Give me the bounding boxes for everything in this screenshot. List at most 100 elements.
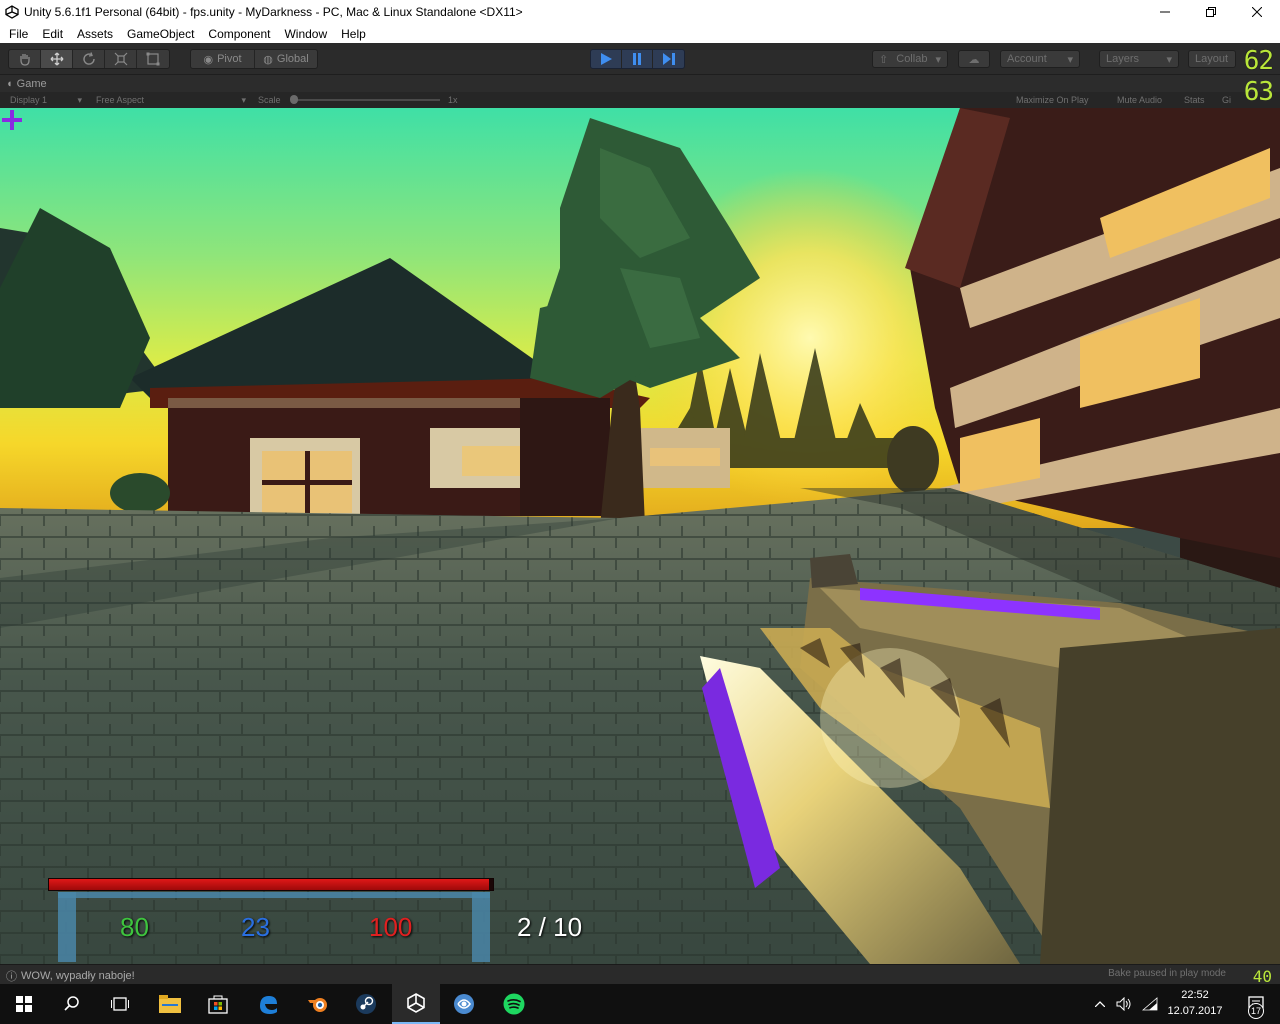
chevron-up-icon[interactable] xyxy=(1090,984,1110,1024)
pause-icon[interactable] xyxy=(622,50,653,68)
console-status-bar[interactable]: ⓘ WOW, wypadły naboje! Bake paused in pl… xyxy=(0,964,1280,986)
chevron-down-icon: ▾ xyxy=(77,95,82,105)
layers-dropdown[interactable]: Layers ▾ xyxy=(1099,50,1179,68)
minimize-icon[interactable] xyxy=(1142,0,1188,24)
pivot-icon: ◉ xyxy=(203,53,214,66)
play-icon[interactable] xyxy=(591,50,622,68)
taskbar-clock[interactable]: 22:52 12.07.2017 xyxy=(1160,987,1230,1019)
console-message-text: WOW, wypadły naboje! xyxy=(21,970,135,982)
display-label: Display 1 xyxy=(10,95,48,105)
global-button[interactable]: ◍ Global xyxy=(255,50,317,68)
health-bar-fill xyxy=(49,879,489,890)
scale-slider-track[interactable] xyxy=(292,99,440,101)
scale-value: 1x xyxy=(448,95,458,105)
info-icon: ⓘ xyxy=(6,971,17,983)
game-tab-bar: ◖ Game xyxy=(0,75,1280,92)
fps-counter-primary: 62 xyxy=(1243,46,1274,76)
services-button[interactable]: ☁ xyxy=(958,50,990,68)
file-explorer-icon[interactable] xyxy=(146,984,194,1024)
menu-bar: File Edit Assets GameObject Component Wi… xyxy=(0,24,1280,43)
game-view[interactable] xyxy=(0,108,1280,964)
steam-icon[interactable] xyxy=(342,984,390,1024)
collab-label: Collab xyxy=(896,53,928,65)
mute-audio-toggle[interactable]: Mute Audio xyxy=(1117,94,1162,106)
move-icon[interactable] xyxy=(41,50,73,68)
spotify-icon[interactable] xyxy=(490,984,538,1024)
blender-icon[interactable] xyxy=(294,984,342,1024)
step-icon[interactable] xyxy=(653,50,684,68)
task-view-icon[interactable] xyxy=(96,984,144,1024)
hud-armor-value: 23 xyxy=(241,912,270,942)
scale-icon[interactable] xyxy=(105,50,137,68)
play-controls xyxy=(590,49,685,69)
display-dropdown[interactable]: Display 1 ▾ xyxy=(10,94,86,106)
game-controller-icon: ◖ xyxy=(6,78,13,90)
game-tab[interactable]: ◖ Game xyxy=(6,76,47,92)
unity-logo-icon xyxy=(4,4,20,20)
menu-assets[interactable]: Assets xyxy=(70,27,120,41)
health-bar xyxy=(48,878,494,891)
crosshair-icon xyxy=(2,110,22,130)
rect-icon[interactable] xyxy=(137,50,169,68)
unity-icon[interactable] xyxy=(392,984,440,1024)
transform-tools xyxy=(8,49,170,69)
notification-count-badge: 17 xyxy=(1248,1003,1264,1019)
menu-file[interactable]: File xyxy=(2,27,35,41)
console-last-message[interactable]: ⓘ WOW, wypadły naboje! xyxy=(6,968,135,984)
store-icon[interactable] xyxy=(194,984,242,1024)
clock-date: 12.07.2017 xyxy=(1167,1005,1223,1017)
start-icon[interactable] xyxy=(0,984,48,1024)
search-icon[interactable] xyxy=(48,984,96,1024)
chevron-down-icon: ▾ xyxy=(935,53,941,66)
menu-help[interactable]: Help xyxy=(334,27,373,41)
account-dropdown[interactable]: Account ▾ xyxy=(1000,50,1080,68)
game-options-bar: Display 1 ▾ Free Aspect ▾ Scale 1x Maxim… xyxy=(0,92,1280,108)
aspect-label: Free Aspect xyxy=(96,95,145,105)
game-scene xyxy=(0,108,1280,964)
collab-dropdown[interactable]: ⇧ Collab ▾ xyxy=(872,50,948,68)
stats-toggle[interactable]: Stats xyxy=(1184,94,1205,106)
hud-stamina-value: 100 xyxy=(369,912,413,942)
hud-frame-top xyxy=(58,892,490,898)
hand-icon[interactable] xyxy=(9,50,41,68)
fps-counter-secondary: 63 xyxy=(1243,77,1274,107)
hud-frame-left xyxy=(58,892,76,962)
maximize-on-play-toggle[interactable]: Maximize On Play xyxy=(1016,94,1089,106)
chevron-down-icon: ▾ xyxy=(1166,53,1172,66)
globe-icon: ◍ xyxy=(263,53,273,66)
scale-label: Scale xyxy=(258,95,281,105)
fps-counter-tertiary: 40 xyxy=(1252,967,1272,986)
pivot-label: Pivot xyxy=(217,53,242,65)
layers-label: Layers xyxy=(1106,53,1140,65)
close-icon[interactable] xyxy=(1234,0,1280,24)
menu-component[interactable]: Component xyxy=(201,27,277,41)
chevron-down-icon: ▾ xyxy=(241,95,246,105)
windows-taskbar: 22:52 12.07.2017 xyxy=(0,984,1280,1024)
bake-status: Bake paused in play mode xyxy=(1108,968,1226,979)
hud-health-value: 80 xyxy=(120,912,149,942)
window-title: Unity 5.6.1f1 Personal (64bit) - fps.uni… xyxy=(24,5,523,19)
menu-gameobject[interactable]: GameObject xyxy=(120,27,201,41)
global-label: Global xyxy=(276,53,309,65)
pivot-button[interactable]: ◉ Pivot xyxy=(191,50,255,68)
hud-ammo-counter: 2 / 10 xyxy=(517,912,583,942)
aspect-dropdown[interactable]: Free Aspect ▾ xyxy=(96,94,250,106)
clock-time: 22:52 xyxy=(1181,989,1209,1001)
edge-icon[interactable] xyxy=(244,984,292,1024)
restore-icon[interactable] xyxy=(1188,0,1234,24)
unity-toolbar: ◉ Pivot ◍ Global ⇧ Collab ▾ ☁ Account ▾ … xyxy=(0,43,1280,75)
gizmos-toggle[interactable]: Gi xyxy=(1222,94,1231,106)
layout-dropdown[interactable]: Layout xyxy=(1188,50,1236,68)
app-icon[interactable] xyxy=(440,984,488,1024)
wifi-icon[interactable] xyxy=(1138,984,1162,1024)
account-label: Account xyxy=(1007,53,1047,65)
scale-slider-thumb[interactable] xyxy=(290,95,298,104)
cloud-icon: ☁ xyxy=(968,53,980,66)
game-tab-label: Game xyxy=(16,78,47,90)
volume-icon[interactable] xyxy=(1112,984,1136,1024)
rotate-icon[interactable] xyxy=(73,50,105,68)
menu-edit[interactable]: Edit xyxy=(35,27,70,41)
desktop: Unity 5.6.1f1 Personal (64bit) - fps.uni… xyxy=(0,0,1280,1024)
menu-window[interactable]: Window xyxy=(277,27,334,41)
layout-label: Layout xyxy=(1195,53,1229,65)
